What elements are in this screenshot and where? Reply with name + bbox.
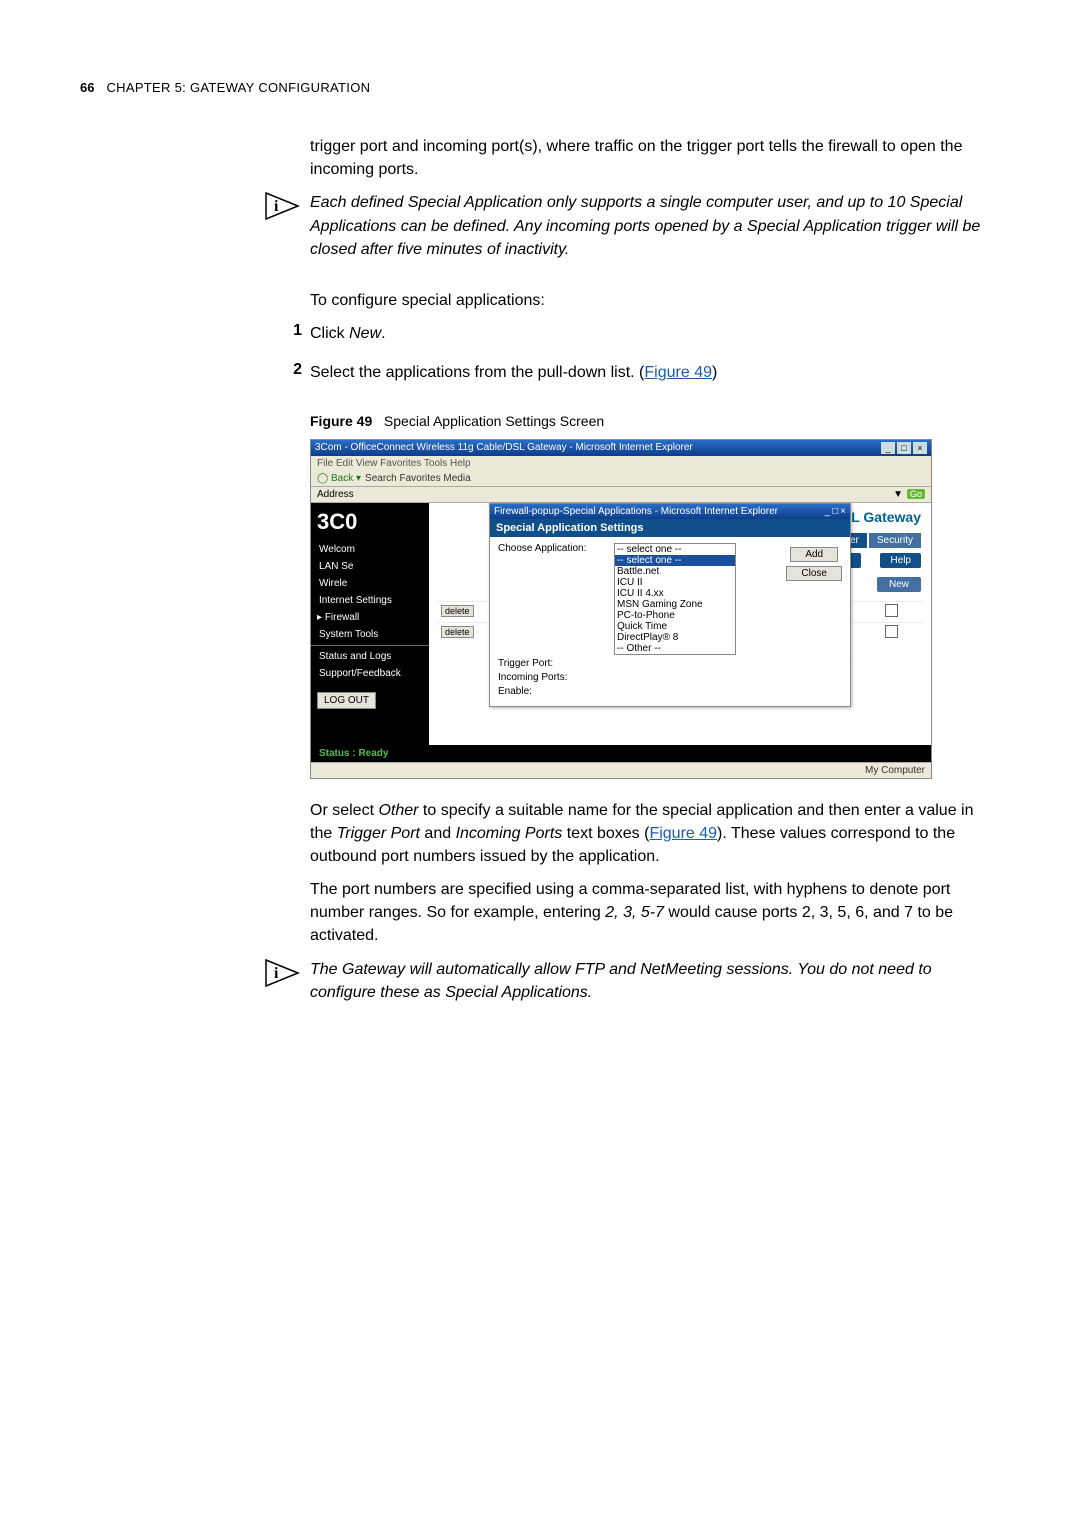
select-option[interactable]: MSN Gaming Zone: [615, 599, 735, 610]
enable-checkbox[interactable]: [885, 604, 898, 617]
note-2: The Gateway will automatically allow FTP…: [310, 958, 1000, 1004]
select-option[interactable]: ICU II 4.xx: [615, 588, 735, 599]
ie-toolbar: ◯ Back ▾ Search Favorites Media: [311, 471, 931, 487]
sidebar-item-tools[interactable]: System Tools: [311, 626, 429, 643]
info-icon: i: [264, 958, 300, 993]
select-option-highlight[interactable]: -- select one --: [615, 555, 735, 566]
figure-caption: Figure 49 Special Application Settings S…: [310, 413, 1000, 429]
application-select[interactable]: -- select one -- -- select one -- Battle…: [614, 543, 736, 655]
page-number: 66: [80, 80, 94, 95]
svg-text:i: i: [274, 965, 279, 982]
popup-window-title: Firewall-popup-Special Applications - Mi…: [494, 506, 778, 517]
go-button[interactable]: Go: [907, 489, 925, 499]
step-2: Select the applications from the pull-do…: [310, 361, 717, 384]
logout-button[interactable]: LOG OUT: [317, 692, 376, 709]
configure-lead: To configure special applications:: [310, 289, 1000, 312]
popup-minimize-icon[interactable]: _: [825, 506, 831, 517]
sidebar-item-wireless[interactable]: Wirele: [311, 575, 429, 592]
delete-button[interactable]: delete: [441, 626, 474, 638]
select-option[interactable]: DirectPlay® 8: [615, 632, 735, 643]
step-number-2: 2: [284, 361, 302, 379]
special-app-popup: Firewall-popup-Special Applications - Mi…: [489, 503, 851, 707]
ie-status-bar: My Computer: [311, 762, 931, 778]
step1-em: New: [349, 325, 381, 342]
step1-prefix: Click: [310, 325, 349, 342]
step-1: Click New.: [310, 322, 386, 345]
close-button[interactable]: Close: [786, 566, 842, 581]
select-option[interactable]: -- Other --: [615, 643, 735, 654]
gateway-content: ble/DSL Gateway Filter Security nable He…: [429, 503, 931, 745]
minimize-icon[interactable]: _: [881, 442, 895, 454]
gateway-status-bar: Status : Ready: [311, 745, 931, 762]
sidebar-item-status[interactable]: Status and Logs: [311, 648, 429, 665]
gateway-sidebar: 3C0 Welcom LAN Se Wirele Internet Settin…: [311, 503, 429, 745]
select-option[interactable]: ICU II: [615, 577, 735, 588]
choose-application-label: Choose Application:: [498, 543, 608, 554]
sidebar-item-firewall[interactable]: ▸ Firewall: [311, 609, 429, 626]
back-button[interactable]: ◯ Back ▾: [317, 473, 361, 484]
ie-menu-bar[interactable]: File Edit View Favorites Tools Help: [311, 456, 931, 471]
step-number-1: 1: [284, 322, 302, 340]
outer-window-titlebar: 3Com - OfficeConnect Wireless 11g Cable/…: [311, 440, 931, 456]
address-label: Address: [317, 489, 354, 500]
enable-checkbox[interactable]: [885, 625, 898, 638]
after-figure-para-1: Or select Other to specify a suitable na…: [310, 799, 1000, 869]
trigger-port-label: Trigger Port:: [498, 658, 608, 669]
intro-paragraph: trigger port and incoming port(s), where…: [310, 135, 1000, 181]
select-option[interactable]: -- select one --: [615, 544, 735, 555]
info-icon: i: [264, 191, 300, 226]
svg-text:i: i: [274, 198, 279, 215]
figure-label: Figure 49: [310, 413, 372, 429]
sidebar-item-welcome[interactable]: Welcom: [311, 541, 429, 558]
popup-maximize-icon[interactable]: □: [832, 506, 838, 517]
figure-49-link-b[interactable]: Figure 49: [649, 825, 717, 842]
sidebar-item-internet[interactable]: Internet Settings: [311, 592, 429, 609]
popup-heading: Special Application Settings: [490, 519, 850, 537]
help-button[interactable]: Help: [880, 553, 921, 568]
sidebar-item-support[interactable]: Support/Feedback: [311, 665, 429, 682]
add-button[interactable]: Add: [790, 547, 838, 562]
step2-prefix: Select the applications from the pull-do…: [310, 364, 644, 381]
after-figure-para-2: The port numbers are specified using a c…: [310, 878, 1000, 948]
toolbar-buttons[interactable]: Search Favorites Media: [365, 473, 471, 484]
close-icon[interactable]: ×: [913, 442, 927, 454]
maximize-icon[interactable]: □: [897, 442, 911, 454]
select-option[interactable]: Quick Time: [615, 621, 735, 632]
ie-status-right: My Computer: [865, 765, 925, 776]
figure-49-link-a[interactable]: Figure 49: [644, 364, 712, 381]
select-option[interactable]: Battle.net: [615, 566, 735, 577]
new-button[interactable]: New: [877, 577, 921, 592]
step2-suffix: ): [712, 364, 717, 381]
popup-close-icon[interactable]: ×: [840, 506, 846, 517]
ie-address-bar[interactable]: Address ▼ Go: [311, 487, 931, 503]
chapter-title: CHAPTER 5: GATEWAY CONFIGURATION: [106, 80, 370, 95]
figure-caption-text: Special Application Settings Screen: [384, 413, 604, 429]
running-header: 66 CHAPTER 5: GATEWAY CONFIGURATION: [80, 80, 1000, 95]
incoming-ports-label: Incoming Ports:: [498, 672, 608, 683]
outer-window-title: 3Com - OfficeConnect Wireless 11g Cable/…: [315, 442, 693, 453]
sidebar-item-lan[interactable]: LAN Se: [311, 558, 429, 575]
delete-button[interactable]: delete: [441, 605, 474, 617]
enable-label: Enable:: [498, 686, 608, 697]
step1-suffix: .: [381, 325, 385, 342]
note-1: Each defined Special Application only su…: [310, 191, 1000, 261]
select-option[interactable]: PC-to-Phone: [615, 610, 735, 621]
figure-49-screenshot: 3Com - OfficeConnect Wireless 11g Cable/…: [310, 439, 932, 779]
tab-security[interactable]: Security: [869, 533, 921, 548]
brand-logo: 3C0: [311, 509, 429, 541]
